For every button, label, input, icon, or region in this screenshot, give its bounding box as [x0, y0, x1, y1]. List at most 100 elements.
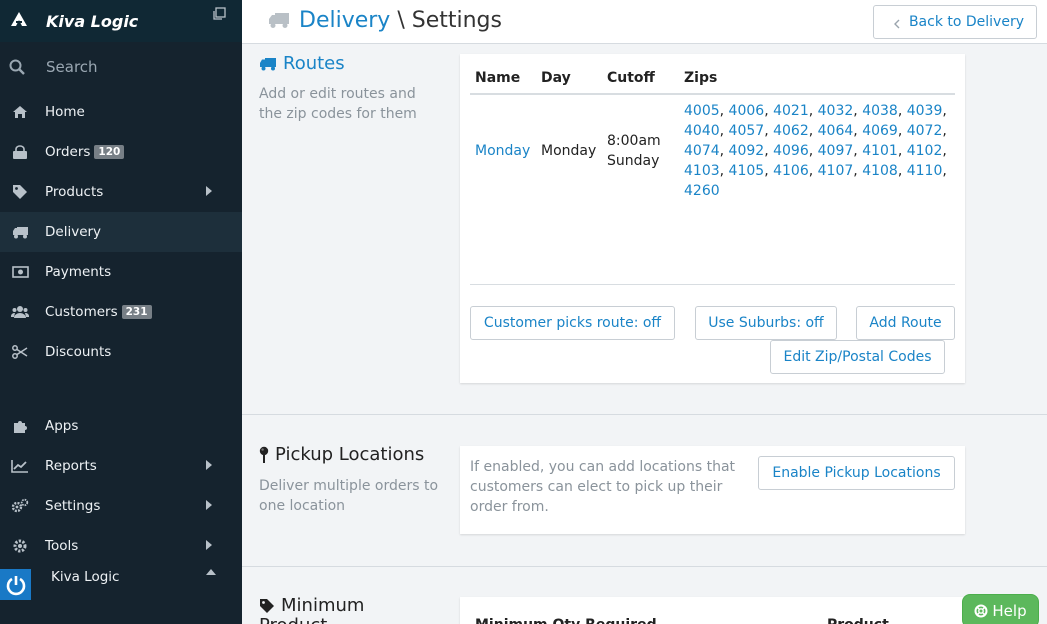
zip-code-link[interactable]: 4039: [907, 103, 943, 119]
route-cutoff-day: Sunday: [607, 153, 660, 169]
zip-separator: ,: [808, 143, 818, 159]
sidebar-item-label: Discounts: [45, 344, 112, 360]
column-header-product: Product: [822, 613, 955, 624]
caret-right-icon: [206, 460, 212, 470]
breadcrumb-delivery-link[interactable]: Delivery: [299, 8, 390, 33]
truck-icon: [268, 12, 290, 33]
user-name: Kiva Logic: [51, 569, 120, 585]
zip-code-link[interactable]: 4057: [729, 123, 765, 139]
column-header-min-qty: Minimum Qty Required: [470, 613, 822, 624]
zip-code-link[interactable]: 4005: [684, 103, 720, 119]
zip-code-link[interactable]: 4040: [684, 123, 720, 139]
enable-pickup-locations-button[interactable]: Enable Pickup Locations: [758, 456, 955, 490]
zip-code-link[interactable]: 4106: [773, 163, 809, 179]
sidebar-item-orders[interactable]: Orders 120: [0, 132, 242, 172]
shopping-bag-icon: [11, 144, 29, 160]
sidebar-item-label: Delivery: [45, 224, 102, 240]
gears-icon: [11, 498, 29, 514]
zip-code-link[interactable]: 4074: [684, 143, 720, 159]
zip-separator: ,: [942, 103, 947, 119]
pickup-info-text: If enabled, you can add locations that c…: [470, 459, 736, 515]
zip-code-link[interactable]: 4032: [818, 103, 854, 119]
zip-separator: ,: [853, 123, 863, 139]
add-route-button[interactable]: Add Route: [856, 306, 955, 340]
route-day: Monday: [541, 143, 597, 159]
sidebar-item-reports[interactable]: Reports: [0, 446, 242, 486]
scissors-icon: [11, 344, 29, 360]
tag-icon: [11, 184, 29, 200]
home-icon: [11, 104, 29, 120]
copy-icon[interactable]: [212, 7, 226, 21]
table-header-row: Minimum Qty Required Product: [470, 613, 955, 624]
zip-code-link[interactable]: 4062: [773, 123, 809, 139]
table-header-row: Name Day Cutoff Zips: [470, 66, 955, 95]
users-icon: [11, 304, 29, 320]
sidebar-item-label: Reports: [45, 458, 97, 474]
zip-separator: ,: [853, 163, 863, 179]
zip-code-link[interactable]: 4064: [818, 123, 854, 139]
line-chart-icon: [11, 458, 29, 474]
column-header-name: Name: [470, 66, 536, 95]
sidebar-item-apps[interactable]: Apps: [0, 406, 242, 446]
route-cutoff-time: 8:00am: [607, 133, 661, 149]
zip-separator: ,: [719, 103, 729, 119]
zip-code-link[interactable]: 4097: [818, 143, 854, 159]
column-header-cutoff: Cutoff: [602, 66, 679, 95]
back-to-delivery-button[interactable]: Back to Delivery: [873, 5, 1037, 39]
zip-code-link[interactable]: 4108: [862, 163, 898, 179]
zip-separator: ,: [942, 123, 947, 139]
routes-section: Routes Add or edit routes and the zip co…: [242, 44, 1047, 415]
sidebar-item-payments[interactable]: Payments: [0, 252, 242, 292]
zip-code-link[interactable]: 4038: [862, 103, 898, 119]
pickup-title-text: Pickup Locations: [275, 444, 425, 465]
zip-separator: ,: [808, 103, 818, 119]
sidebar-item-tools[interactable]: Tools: [0, 526, 242, 566]
edit-zip-codes-button[interactable]: Edit Zip/Postal Codes: [770, 340, 945, 374]
route-name-link[interactable]: Monday: [470, 94, 536, 207]
zip-code-link[interactable]: 4101: [862, 143, 898, 159]
zip-separator: ,: [719, 123, 729, 139]
zip-code-link[interactable]: 4069: [862, 123, 898, 139]
brand-bar[interactable]: Kiva Logic: [0, 0, 242, 42]
zip-separator: ,: [808, 123, 818, 139]
customer-picks-route-button[interactable]: Customer picks route: off: [470, 306, 675, 340]
routes-title-text: Routes: [283, 53, 345, 74]
sidebar-item-home[interactable]: Home: [0, 92, 242, 132]
pickup-description: Deliver multiple orders to one location: [259, 478, 439, 514]
zip-code-link[interactable]: 4006: [729, 103, 765, 119]
zip-code-link[interactable]: 4107: [818, 163, 854, 179]
routes-table: Name Day Cutoff Zips Monday Monday 8:00a…: [470, 66, 955, 207]
zip-code-link[interactable]: 4103: [684, 163, 720, 179]
minimum-title-text: Minimum: [281, 595, 365, 616]
zip-separator: ,: [808, 163, 818, 179]
zip-code-link[interactable]: 4260: [684, 183, 720, 199]
use-suburbs-button[interactable]: Use Suburbs: off: [695, 306, 837, 340]
zip-code-link[interactable]: 4072: [907, 123, 943, 139]
zip-code-link[interactable]: 4102: [907, 143, 943, 159]
minimum-title-line2: Product: [259, 616, 327, 624]
sidebar-item-customers[interactable]: Customers 231: [0, 292, 242, 332]
sidebar-search[interactable]: Search: [0, 42, 242, 92]
zip-separator: ,: [897, 123, 907, 139]
sidebar-item-delivery[interactable]: Delivery: [0, 212, 242, 252]
zip-separator: ,: [764, 163, 774, 179]
power-icon: [0, 569, 31, 600]
zip-code-link[interactable]: 4092: [729, 143, 765, 159]
sidebar-item-settings[interactable]: Settings: [0, 486, 242, 526]
route-zips: 4005, 4006, 4021, 4032, 4038, 4039, 4040…: [679, 94, 955, 207]
chevron-left-icon: [894, 17, 900, 29]
sidebar-item-discounts[interactable]: Discounts: [0, 332, 242, 372]
sidebar-item-products[interactable]: Products: [0, 172, 242, 212]
minimum-section: Minimum Product Minimum Qty Required Pro…: [242, 567, 1047, 624]
caret-right-icon: [206, 500, 212, 510]
zip-code-link[interactable]: 4105: [729, 163, 765, 179]
user-menu[interactable]: Kiva Logic: [0, 566, 242, 602]
help-button[interactable]: Help: [962, 594, 1039, 624]
zip-separator: ,: [764, 123, 774, 139]
zip-code-link[interactable]: 4110: [907, 163, 943, 179]
kiva-logo-icon: [10, 11, 30, 32]
zip-code-link[interactable]: 4021: [773, 103, 809, 119]
zip-separator: ,: [719, 143, 729, 159]
zip-code-link[interactable]: 4096: [773, 143, 809, 159]
money-icon: [11, 264, 29, 280]
